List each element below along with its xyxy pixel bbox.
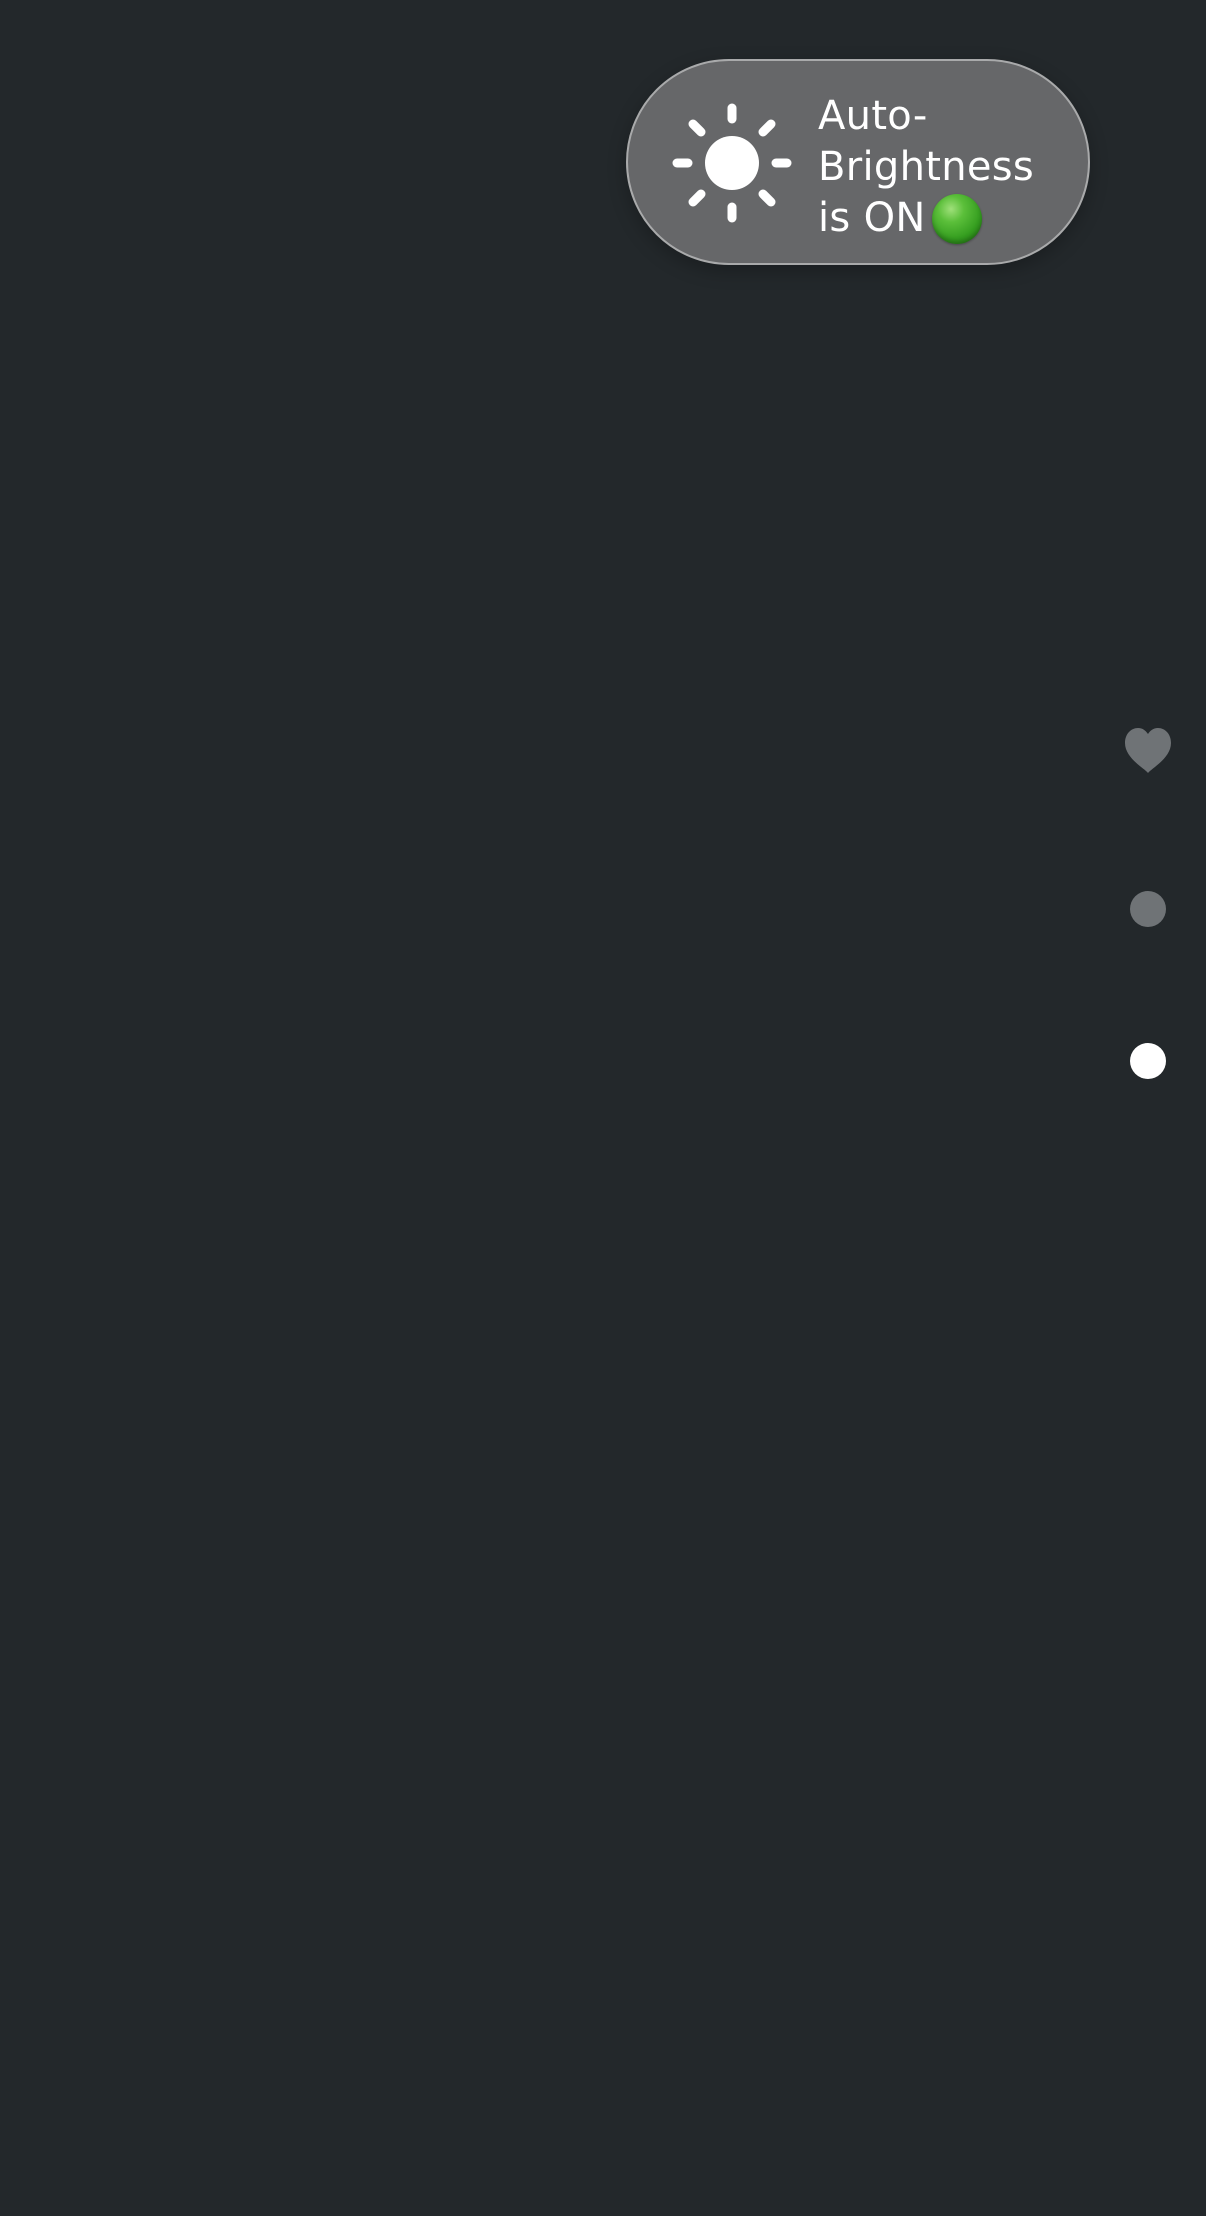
page-indicators [1120,726,1176,1086]
auto-brightness-toast: Auto- Brightness is ON [626,59,1090,265]
toast-status-row: is ON [818,193,1078,244]
toast-message: Auto- Brightness is ON [818,91,1078,244]
page-dot-2[interactable] [1130,891,1166,927]
toast-line-2: Brightness [818,144,1035,190]
screen: Auto- Brightness is ON [0,0,1206,2216]
toast-line-3: is ON [818,195,926,241]
sun-icon [672,103,792,223]
page-dot-3-active[interactable] [1130,1043,1166,1079]
toast-line-1: Auto- [818,93,928,139]
heart-icon[interactable] [1123,726,1173,776]
green-circle-icon [931,193,982,244]
